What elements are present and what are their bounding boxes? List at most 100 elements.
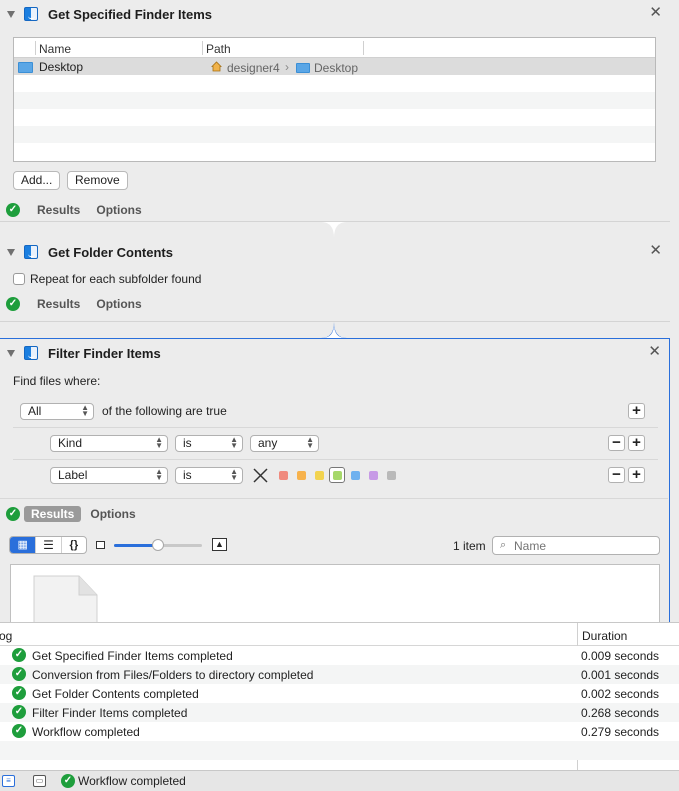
rule-value-popup[interactable]: any ▲ ▼ <box>250 435 319 452</box>
show-workflow-icon[interactable]: ≡ <box>2 775 15 787</box>
label-color-gray[interactable] <box>387 471 396 480</box>
log-message: Conversion from Files/Folders to directo… <box>32 668 314 682</box>
results-button[interactable]: Results <box>24 506 82 522</box>
results-button[interactable]: Results <box>30 296 87 312</box>
path-segment-folder: Desktop <box>314 61 359 75</box>
options-button[interactable]: Options <box>89 202 148 218</box>
log-row[interactable]: ✓ Get Specified Finder Items completed 0… <box>0 646 679 665</box>
show-log-icon[interactable]: ▭ <box>33 775 46 787</box>
close-icon[interactable]: ✕ <box>648 344 661 359</box>
rule-field-popup[interactable]: Label ▲ ▼ <box>50 467 168 484</box>
label-color-red[interactable] <box>279 471 288 480</box>
small-thumbnail-icon <box>96 541 105 549</box>
log-column-header[interactable]: og <box>0 629 12 643</box>
remove-button[interactable]: Remove <box>67 171 128 190</box>
document-icon <box>33 575 98 622</box>
add-rule-button[interactable]: + <box>628 403 645 419</box>
log-message: Get Folder Contents completed <box>32 687 199 701</box>
disclosure-triangle-icon[interactable] <box>7 248 15 256</box>
label-color-blue[interactable] <box>351 471 360 480</box>
rule-operator-popup[interactable]: is ▲ ▼ <box>175 467 243 484</box>
action-title: Get Folder Contents <box>48 244 173 260</box>
log-row[interactable]: ✓ Workflow completed 0.279 seconds <box>0 722 679 741</box>
folder-icon <box>18 62 33 73</box>
results-bar: ✓ Results Options <box>0 292 670 316</box>
add-button[interactable]: Add... <box>13 171 61 190</box>
repeat-subfolder-checkbox[interactable] <box>13 273 25 285</box>
table-row <box>14 92 655 109</box>
label-color-purple[interactable] <box>369 471 378 480</box>
search-input[interactable] <box>514 538 654 553</box>
search-icon: ⌕ <box>500 539 507 551</box>
rule-operator-popup[interactable]: is ▲ ▼ <box>175 435 243 452</box>
disclosure-triangle-icon[interactable] <box>7 349 15 357</box>
success-check-icon: ✓ <box>61 774 75 788</box>
results-preview-area[interactable] <box>10 564 660 622</box>
remove-rule-button[interactable]: − <box>608 467 625 483</box>
log-message: Workflow completed <box>32 725 140 739</box>
action-title: Get Specified Finder Items <box>48 6 212 22</box>
icon-view-icon[interactable]: ▦ <box>10 537 36 553</box>
view-mode-segmented[interactable]: ▦ ☰ {} <box>9 536 87 554</box>
search-field[interactable]: ⌕ <box>492 536 660 555</box>
log-row[interactable]: ✓ Get Folder Contents completed 0.002 se… <box>0 684 679 703</box>
success-check-icon: ✓ <box>12 648 26 662</box>
item-count: 1 item <box>453 539 486 553</box>
options-button[interactable]: Options <box>83 506 142 522</box>
list-view-icon[interactable]: ☰ <box>35 537 60 553</box>
duration-column-header[interactable]: Duration <box>582 629 627 643</box>
table-row <box>14 75 655 92</box>
success-check-icon: ✓ <box>6 507 20 521</box>
label-color-orange[interactable] <box>297 471 306 480</box>
finder-icon <box>24 245 38 259</box>
status-bar: ≡ ▭ ✓ Workflow completed <box>0 770 679 791</box>
success-check-icon: ✓ <box>6 203 20 217</box>
log-message: Get Specified Finder Items completed <box>32 649 233 663</box>
log-message: Filter Finder Items completed <box>32 706 188 720</box>
close-icon[interactable]: ✕ <box>649 243 662 258</box>
results-bar: ✓ Results Options <box>0 198 149 222</box>
log-duration: 0.279 seconds <box>581 725 660 739</box>
add-rule-button[interactable]: + <box>628 467 645 483</box>
table-row[interactable]: Desktop designer4 › Desktop <box>14 58 655 75</box>
log-row <box>0 741 679 760</box>
find-files-label: Find files where: <box>13 374 101 388</box>
success-check-icon: ✓ <box>12 686 26 700</box>
options-button[interactable]: Options <box>89 296 148 312</box>
action-header: Get Specified Finder Items ✕ <box>0 0 670 28</box>
action-header: Filter Finder Items ✕ <box>0 339 669 367</box>
json-view-icon[interactable]: {} <box>60 537 86 553</box>
action-get-folder-contents[interactable]: Get Folder Contents ✕ Repeat for each su… <box>0 238 670 322</box>
large-thumbnail-icon: ▲ <box>212 538 227 551</box>
action-header: Get Folder Contents ✕ <box>0 238 670 266</box>
success-check-icon: ✓ <box>6 297 20 311</box>
column-header-path[interactable]: Path <box>206 42 231 56</box>
add-rule-button[interactable]: + <box>628 435 645 451</box>
column-header-name[interactable]: Name <box>39 42 71 56</box>
table-row <box>14 109 655 126</box>
slider-knob[interactable] <box>152 539 164 551</box>
results-button[interactable]: Results <box>30 202 87 218</box>
action-get-specified-finder-items[interactable]: Get Specified Finder Items ✕ Name Path D… <box>0 0 670 222</box>
label-color-green[interactable] <box>333 471 342 480</box>
disclosure-triangle-icon[interactable] <box>7 10 15 18</box>
log-duration: 0.002 seconds <box>581 687 660 701</box>
label-color-yellow[interactable] <box>315 471 324 480</box>
remove-rule-button[interactable]: − <box>608 435 625 451</box>
rule-field-popup[interactable]: Kind ▲ ▼ <box>50 435 168 452</box>
log-row[interactable]: ✓ Filter Finder Items completed 0.268 se… <box>0 703 679 722</box>
success-check-icon: ✓ <box>12 724 26 738</box>
quantifier-suffix: of the following are true <box>102 404 227 418</box>
no-label-icon[interactable] <box>252 467 269 484</box>
connector-notch-icon <box>321 322 347 338</box>
log-row[interactable]: ✓ Conversion from Files/Folders to direc… <box>0 665 679 684</box>
close-icon[interactable]: ✕ <box>649 5 662 20</box>
thumbnail-size-slider[interactable] <box>114 539 202 551</box>
connector-notch-icon <box>321 222 347 238</box>
table-header: Name Path <box>14 38 655 58</box>
finder-items-table[interactable]: Name Path Desktop designer4 › Desktop <box>13 37 656 162</box>
path-separator-icon: › <box>285 60 289 74</box>
table-row <box>14 126 655 143</box>
quantifier-popup[interactable]: All ▲ ▼ <box>20 403 94 420</box>
table-row <box>14 143 655 160</box>
